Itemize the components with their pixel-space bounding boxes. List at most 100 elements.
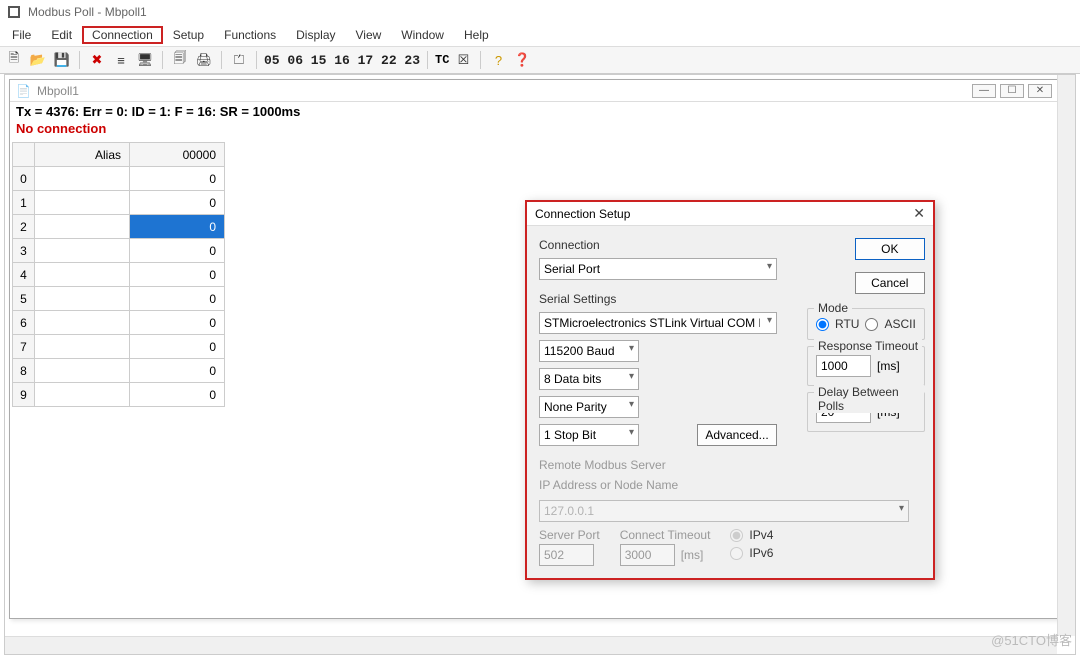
alias-cell[interactable]: [35, 263, 130, 287]
menu-setup[interactable]: Setup: [163, 26, 214, 44]
doc-close-button[interactable]: ✕: [1028, 84, 1052, 98]
value-cell[interactable]: 0: [130, 263, 225, 287]
serial-settings-label: Serial Settings: [539, 292, 789, 306]
new-icon[interactable]: 🗎: [4, 50, 24, 70]
row-number: 7: [13, 335, 35, 359]
doc-titlebar[interactable]: 📄 Mbpoll1 — ☐ ✕: [10, 80, 1058, 102]
value-cell[interactable]: 0: [130, 383, 225, 407]
help-icon[interactable]: ?: [488, 50, 508, 70]
alias-cell[interactable]: [35, 287, 130, 311]
alias-cell[interactable]: [35, 191, 130, 215]
doc-min-button[interactable]: —: [972, 84, 996, 98]
menu-connection[interactable]: Connection: [82, 26, 163, 44]
doc-icon[interactable]: 🗐: [170, 50, 190, 70]
menu-view[interactable]: View: [346, 26, 392, 44]
func-codes[interactable]: 05 06 15 16 17 22 23: [264, 53, 420, 68]
menu-display[interactable]: Display: [286, 26, 345, 44]
value-cell[interactable]: 0: [130, 311, 225, 335]
stopbit-select[interactable]: 1 Stop Bit: [539, 424, 639, 446]
alias-cell[interactable]: [35, 239, 130, 263]
hdr-value: 00000: [130, 143, 225, 167]
ipv4-radio: IPv4: [730, 528, 773, 542]
dialog-close-icon[interactable]: ✕: [913, 205, 925, 222]
value-cell[interactable]: 0: [130, 359, 225, 383]
table-row[interactable]: 20: [13, 215, 225, 239]
ipv6-radio: IPv6: [730, 546, 773, 560]
workspace-vscroll[interactable]: [1057, 75, 1075, 636]
row-number: 9: [13, 383, 35, 407]
menu-help[interactable]: Help: [454, 26, 499, 44]
advanced-button[interactable]: Advanced...: [697, 424, 777, 446]
doc-max-button[interactable]: ☐: [1000, 84, 1024, 98]
table-row[interactable]: 70: [13, 335, 225, 359]
alias-cell[interactable]: [35, 383, 130, 407]
ms-unit: [ms]: [681, 548, 704, 562]
value-cell[interactable]: 0: [130, 335, 225, 359]
workspace-hscroll[interactable]: [5, 636, 1057, 654]
menu-file[interactable]: File: [2, 26, 41, 44]
response-timeout-field[interactable]: [816, 355, 871, 377]
alias-cell[interactable]: [35, 335, 130, 359]
table-row[interactable]: 10: [13, 191, 225, 215]
cancel-button[interactable]: Cancel: [855, 272, 925, 294]
print-icon[interactable]: 🖨: [194, 50, 214, 70]
row-number: 5: [13, 287, 35, 311]
doc-icon: 📄: [16, 84, 31, 98]
table-row[interactable]: 00: [13, 167, 225, 191]
value-cell[interactable]: 0: [130, 215, 225, 239]
no-connection-label: No connection: [10, 121, 1058, 140]
alias-cell[interactable]: [35, 167, 130, 191]
value-cell[interactable]: 0: [130, 191, 225, 215]
databits-select[interactable]: 8 Data bits: [539, 368, 639, 390]
table-row[interactable]: 50: [13, 287, 225, 311]
value-cell[interactable]: 0: [130, 239, 225, 263]
toolbar: 🗎 📂 💾 ✖ ≡ 🖥 🗐 🖨 ⏍ 05 06 15 16 17 22 23 T…: [0, 46, 1080, 74]
tc-label[interactable]: TC: [435, 53, 449, 67]
link-icon[interactable]: ≡: [111, 50, 131, 70]
register-table[interactable]: Alias00000 00102030405060708090: [12, 142, 225, 407]
menu-edit[interactable]: Edit: [41, 26, 82, 44]
pulse-icon[interactable]: ⏍: [229, 50, 249, 70]
table-row[interactable]: 80: [13, 359, 225, 383]
app-icon: [6, 4, 22, 20]
value-cell[interactable]: 0: [130, 287, 225, 311]
row-number: 8: [13, 359, 35, 383]
ok-button[interactable]: OK: [855, 238, 925, 260]
value-cell[interactable]: 0: [130, 167, 225, 191]
close-icon[interactable]: ✖: [87, 50, 107, 70]
doc-title: Mbpoll1: [37, 84, 79, 98]
serial-port-select[interactable]: STMicroelectronics STLink Virtual COM Po…: [539, 312, 777, 334]
mode-group-label: Mode: [814, 301, 852, 315]
monitor-icon[interactable]: 🖥: [135, 50, 155, 70]
save-icon[interactable]: 💾: [52, 50, 72, 70]
menu-functions[interactable]: Functions: [214, 26, 286, 44]
ip-field: 127.0.0.1: [539, 500, 909, 522]
menu-window[interactable]: Window: [391, 26, 454, 44]
table-row[interactable]: 30: [13, 239, 225, 263]
alias-cell[interactable]: [35, 215, 130, 239]
watermark: @51CTO博客: [991, 630, 1072, 649]
row-number: 6: [13, 311, 35, 335]
parity-select[interactable]: None Parity: [539, 396, 639, 418]
connection-label: Connection: [539, 238, 789, 252]
dialog-titlebar[interactable]: Connection Setup ✕: [527, 202, 933, 226]
alias-cell[interactable]: [35, 359, 130, 383]
table-row[interactable]: 60: [13, 311, 225, 335]
row-number: 2: [13, 215, 35, 239]
connection-setup-dialog: Connection Setup ✕ Connection Serial Por…: [525, 200, 935, 580]
menubar: File Edit Connection Setup Functions Dis…: [0, 24, 1080, 46]
response-timeout-label: Response Timeout: [814, 339, 922, 353]
connect-timeout-field: [620, 544, 675, 566]
alias-cell[interactable]: [35, 311, 130, 335]
whatsthis-icon[interactable]: ❓: [512, 50, 532, 70]
table-row[interactable]: 90: [13, 383, 225, 407]
table-row[interactable]: 40: [13, 263, 225, 287]
baud-select[interactable]: 115200 Baud: [539, 340, 639, 362]
open-icon[interactable]: 📂: [28, 50, 48, 70]
traffic-icon[interactable]: ☒: [453, 50, 473, 70]
connection-select[interactable]: Serial Port: [539, 258, 777, 280]
row-number: 1: [13, 191, 35, 215]
mode-rtu-radio[interactable]: RTU: [816, 317, 859, 331]
delay-polls-label: Delay Between Polls: [814, 385, 924, 413]
mode-ascii-radio[interactable]: ASCII: [865, 317, 915, 331]
